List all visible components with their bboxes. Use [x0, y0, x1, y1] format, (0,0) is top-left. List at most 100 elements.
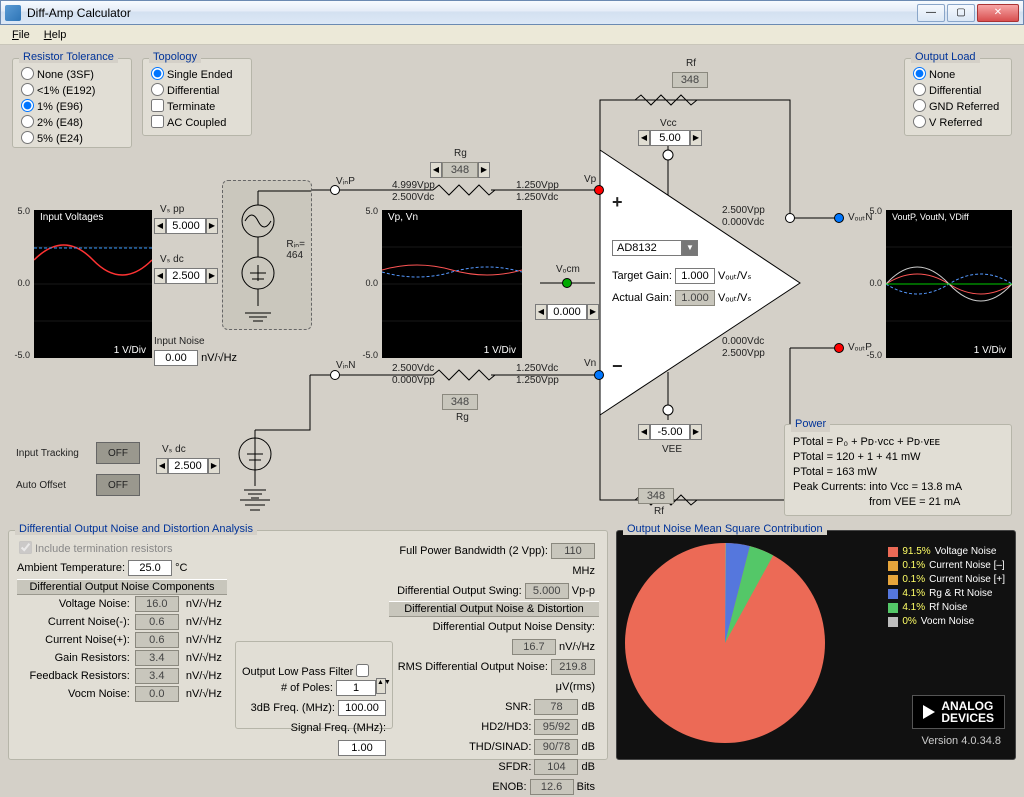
node-vinn: [330, 370, 340, 380]
vcc-stepper[interactable]: ◀5.00▶: [638, 130, 702, 146]
vocm-stepper[interactable]: ◀0.000▶: [535, 304, 599, 320]
rtol-opt-3[interactable]: 2% (E48): [19, 115, 125, 131]
oload-opt-2[interactable]: GND Referred: [911, 99, 1005, 115]
vspp-dec[interactable]: ◀: [154, 218, 166, 234]
topology-chk-1[interactable]: AC Coupled: [149, 115, 245, 131]
part-row: AD8132▼: [612, 240, 698, 256]
maximize-button[interactable]: ▢: [947, 4, 975, 22]
anno-bot-upper: 2.500Vdc: [392, 363, 434, 374]
ambient-temp-value[interactable]: 25.0: [128, 560, 172, 576]
menubar: File Help: [0, 25, 1024, 45]
vee-stepper[interactable]: ◀-5.00▶: [638, 424, 702, 440]
output-load-legend: Output Load: [911, 51, 980, 63]
vn-label: Vn: [584, 358, 596, 369]
resistor-tolerance-group: Resistor Tolerance None (3SF) <1% (E192)…: [12, 58, 132, 148]
minimize-button[interactable]: —: [917, 4, 945, 22]
topology-opt-0[interactable]: Single Ended: [149, 67, 245, 83]
vsdc-inc[interactable]: ▶: [206, 268, 218, 284]
vsdc-stepper[interactable]: ◀2.500▶: [154, 268, 218, 284]
target-gain-value[interactable]: 1.000: [675, 268, 715, 284]
actual-gain-value: 1.000: [675, 290, 715, 306]
menu-file[interactable]: File: [6, 27, 36, 43]
vspp-stepper[interactable]: ◀5.000▶: [154, 218, 218, 234]
poles-value[interactable]: 1: [336, 680, 376, 696]
analysis-group: Differential Output Noise and Distortion…: [8, 530, 608, 760]
node-vp: [594, 185, 604, 195]
part-select[interactable]: AD8132: [612, 240, 682, 256]
vsdc-label: Vₛ dc: [160, 254, 184, 265]
anno-top-upper: 4.999Vpp: [392, 180, 434, 191]
input-noise-label: Input Noise: [154, 336, 205, 347]
plot-input-voltages: Input Voltages 1 V/Div: [34, 210, 152, 358]
vspp-label: Vₛ pp: [160, 204, 184, 215]
rtol-opt-1[interactable]: <1% (E192): [19, 83, 125, 99]
auto-offset-label: Auto Offset: [16, 480, 66, 491]
anno-top-right-l: 1.250Vdc: [516, 192, 558, 203]
f3db-value[interactable]: 100.00: [338, 700, 386, 716]
plot1-axis-bot: -5.0: [6, 350, 30, 360]
node-vinp: [330, 185, 340, 195]
lpf-enable-check[interactable]: [356, 664, 369, 677]
part-dropdown-icon[interactable]: ▼: [682, 240, 698, 256]
vocm-label: Vₒcm: [556, 264, 580, 275]
rin-block: Rᵢₙ=464: [222, 180, 312, 330]
input-tracking-toggle[interactable]: OFF: [96, 442, 140, 464]
rtol-opt-2[interactable]: 1% (E96): [19, 99, 125, 115]
anno-top-right-u: 1.250Vpp: [516, 180, 559, 191]
close-button[interactable]: ✕: [977, 4, 1019, 22]
plot1-scale: 1 V/Div: [114, 345, 146, 356]
input-noise-unit: nV/√Hz: [201, 352, 237, 364]
input-noise-value[interactable]: 0.00: [154, 350, 198, 366]
vocm-value[interactable]: 0.000: [547, 304, 587, 320]
menu-help[interactable]: Help: [38, 27, 73, 43]
rf-bot-val: 348: [638, 488, 674, 504]
plot-vp-vn: Vp, Vn 1 V/Div: [382, 210, 522, 358]
pie-group: Output Noise Mean Square Contribution 91…: [616, 530, 1016, 760]
vsdc-dec[interactable]: ◀: [154, 268, 166, 284]
target-gain-row: Target Gain: 1.000 Vₒᵤₜ/Vₛ: [612, 268, 751, 284]
rg-top-label: Rg: [454, 148, 467, 159]
topology-chk-0[interactable]: Terminate: [149, 99, 245, 115]
vinp-label: VᵢₙP: [336, 176, 355, 187]
vspp-inc[interactable]: ▶: [206, 218, 218, 234]
plot-output: VoutP, VoutN, VDiff 1 V/Div: [886, 210, 1012, 358]
rtol-opt-0[interactable]: None (3SF): [19, 67, 125, 83]
version-label: Version 4.0.34.8: [921, 735, 1001, 747]
fsig-value[interactable]: 1.00: [338, 740, 386, 756]
oload-opt-1[interactable]: Differential: [911, 83, 1005, 99]
rf-bot-label: Rf: [654, 506, 664, 517]
auto-offset-toggle[interactable]: OFF: [96, 474, 140, 496]
oload-opt-0[interactable]: None: [911, 67, 1005, 83]
analog-devices-logo: ANALOGDEVICES: [912, 695, 1005, 729]
vee-label: VEE: [662, 444, 682, 455]
vinn-label: VᵢₙN: [336, 360, 355, 371]
oload-opt-3[interactable]: V Referred: [911, 115, 1005, 131]
rtol-opt-4[interactable]: 5% (E24): [19, 131, 125, 147]
pie-chart: [625, 543, 825, 743]
rg-bot-val: 348: [442, 394, 478, 410]
app-icon: [5, 5, 21, 21]
vsdc-value[interactable]: 2.500: [166, 268, 206, 284]
triangle-icon: [923, 705, 935, 719]
topology-legend: Topology: [149, 51, 201, 63]
topology-group: Topology Single Ended Differential Termi…: [142, 58, 252, 136]
actual-gain-row: Actual Gain: 1.000 Vₒᵤₜ/Vₛ: [612, 290, 751, 306]
plot1-axis-top: 5.0: [6, 206, 30, 216]
input-tracking-label: Input Tracking: [16, 448, 79, 459]
rg-top-val: 348: [442, 162, 478, 178]
resistor-tolerance-legend: Resistor Tolerance: [19, 51, 118, 63]
plot1-axis-mid: 0.0: [6, 278, 30, 288]
plot1-title: Input Voltages: [40, 212, 103, 223]
node-voutn: [834, 213, 844, 223]
topology-opt-1[interactable]: Differential: [149, 83, 245, 99]
anno-bot-right-u: 1.250Vdc: [516, 363, 558, 374]
noise-components-table: Voltage Noise:16.0nV/√Hz Current Noise(-…: [17, 595, 227, 703]
vspp-value[interactable]: 5.000: [166, 218, 206, 234]
vp-label: Vp: [584, 174, 596, 185]
window-title: Diff-Amp Calculator: [27, 6, 917, 20]
rg-top-stepper[interactable]: ◀348▶: [430, 162, 490, 178]
vsdc2-stepper[interactable]: ◀2.500▶: [156, 458, 220, 474]
node-vn: [594, 370, 604, 380]
node-out-upper: [785, 213, 795, 223]
vcc-label: Vcc: [660, 118, 677, 129]
